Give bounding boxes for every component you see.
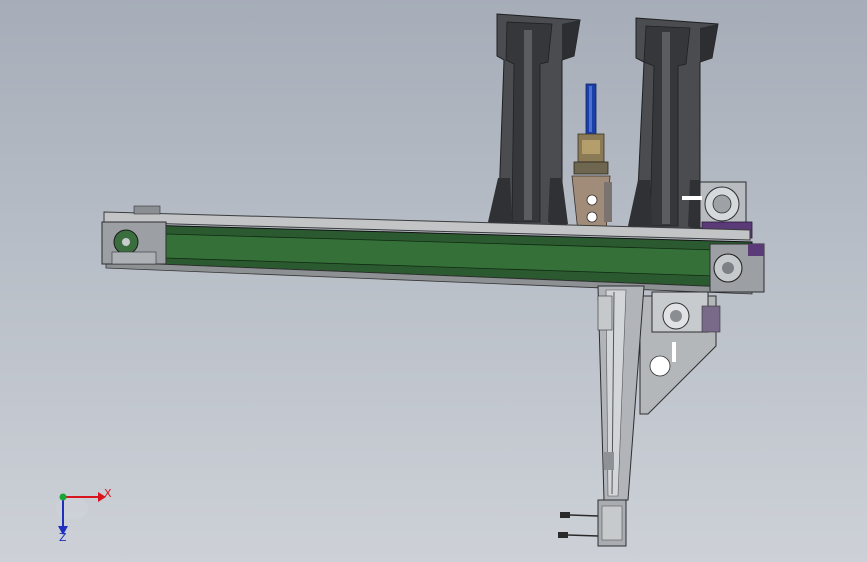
center-actuator[interactable] [571,83,612,233]
y-axis-origin-icon [59,493,67,501]
coordinate-triad [56,492,106,535]
vertical-linear-axis[interactable] [558,285,645,547]
left-support-column[interactable] [488,13,581,229]
axis-x-label: X [104,487,112,500]
conveyor-assembly-model[interactable] [0,0,867,562]
cad-viewport[interactable]: X Z [0,0,867,562]
lower-motor-bracket[interactable] [639,291,721,415]
axis-z-label: Z [59,531,67,544]
